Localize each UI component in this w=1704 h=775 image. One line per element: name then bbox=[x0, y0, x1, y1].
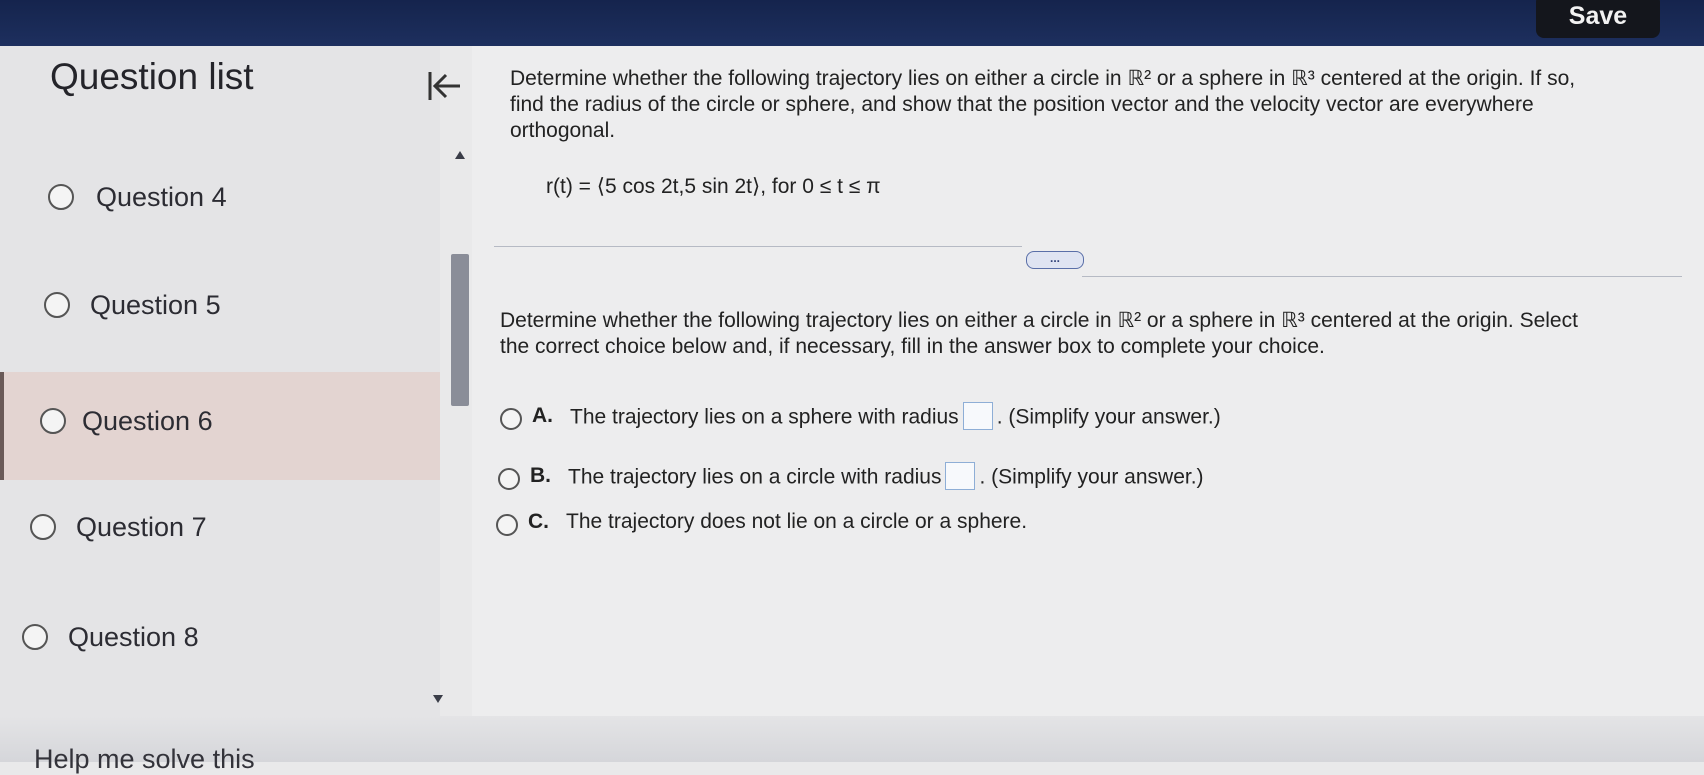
scroll-up-icon[interactable] bbox=[454, 150, 466, 160]
radio-circle-icon[interactable] bbox=[30, 514, 56, 540]
scroll-down-icon[interactable] bbox=[432, 694, 444, 704]
radio-circle-icon[interactable] bbox=[498, 468, 520, 490]
answer-box-b[interactable] bbox=[945, 462, 976, 490]
save-button[interactable]: Save bbox=[1536, 0, 1660, 38]
help-link[interactable]: Help me solve this bbox=[34, 744, 255, 775]
footer-area bbox=[0, 716, 1704, 762]
choice-text: The trajectory lies on a circle with rad… bbox=[568, 462, 1204, 492]
question-item-4[interactable]: Question 4 bbox=[0, 152, 440, 244]
question-prompt-line: find the radius of the circle or sphere,… bbox=[510, 93, 1534, 116]
collapse-sidebar-icon[interactable] bbox=[424, 66, 464, 106]
question-item-7[interactable]: Question 7 bbox=[0, 482, 440, 574]
trajectory-formula: r(t) = ⟨5 cos 2t,5 sin 2t⟩, for 0 ≤ t ≤ … bbox=[546, 175, 881, 198]
choice-letter: A. bbox=[532, 404, 553, 427]
choice-text-after: . (Simplify your answer.) bbox=[996, 405, 1221, 429]
more-button[interactable]: ... bbox=[1026, 251, 1084, 269]
question-prompt-line: the correct choice below and, if necessa… bbox=[500, 335, 1325, 358]
question-item-label: Question 4 bbox=[96, 182, 227, 212]
radio-circle-icon[interactable] bbox=[40, 408, 66, 434]
radio-circle-icon[interactable] bbox=[44, 292, 70, 318]
answer-box-a[interactable] bbox=[962, 402, 993, 430]
choice-text-before: The trajectory lies on a circle with rad… bbox=[568, 465, 942, 489]
separator-line bbox=[1082, 276, 1682, 277]
choice-text-after: . (Simplify your answer.) bbox=[979, 465, 1204, 489]
choice-text-before: The trajectory lies on a sphere with rad… bbox=[570, 405, 959, 429]
question-item-8[interactable]: Question 8 bbox=[0, 592, 440, 684]
choice-text: The trajectory lies on a sphere with rad… bbox=[570, 402, 1221, 432]
question-item-5[interactable]: Question 5 bbox=[0, 260, 440, 352]
question-list-title: Question list bbox=[50, 56, 254, 97]
choice-letter: B. bbox=[530, 464, 551, 487]
question-item-6-current[interactable]: Question 6 bbox=[0, 372, 440, 480]
question-item-label: Question 6 bbox=[82, 406, 213, 436]
top-bar bbox=[0, 0, 1704, 46]
radio-circle-icon[interactable] bbox=[496, 514, 518, 536]
radio-circle-icon[interactable] bbox=[500, 408, 522, 430]
question-prompt-line: Determine whether the following trajecto… bbox=[510, 67, 1576, 90]
question-item-label: Question 8 bbox=[68, 622, 199, 652]
radio-circle-icon[interactable] bbox=[22, 624, 48, 650]
radio-circle-icon[interactable] bbox=[48, 184, 74, 210]
choice-text-before: The trajectory does not lie on a circle … bbox=[566, 510, 1028, 533]
sidebar-scrollbar[interactable] bbox=[450, 150, 470, 710]
choice-letter: C. bbox=[528, 510, 549, 533]
separator-line bbox=[494, 246, 1022, 247]
question-prompt-line: Determine whether the following trajecto… bbox=[500, 309, 1578, 332]
choice-text: The trajectory does not lie on a circle … bbox=[566, 510, 1027, 534]
question-item-label: Question 5 bbox=[90, 290, 221, 320]
scrollbar-thumb[interactable] bbox=[451, 254, 469, 406]
question-prompt-line: orthogonal. bbox=[510, 119, 616, 142]
question-item-label: Question 7 bbox=[76, 512, 207, 542]
